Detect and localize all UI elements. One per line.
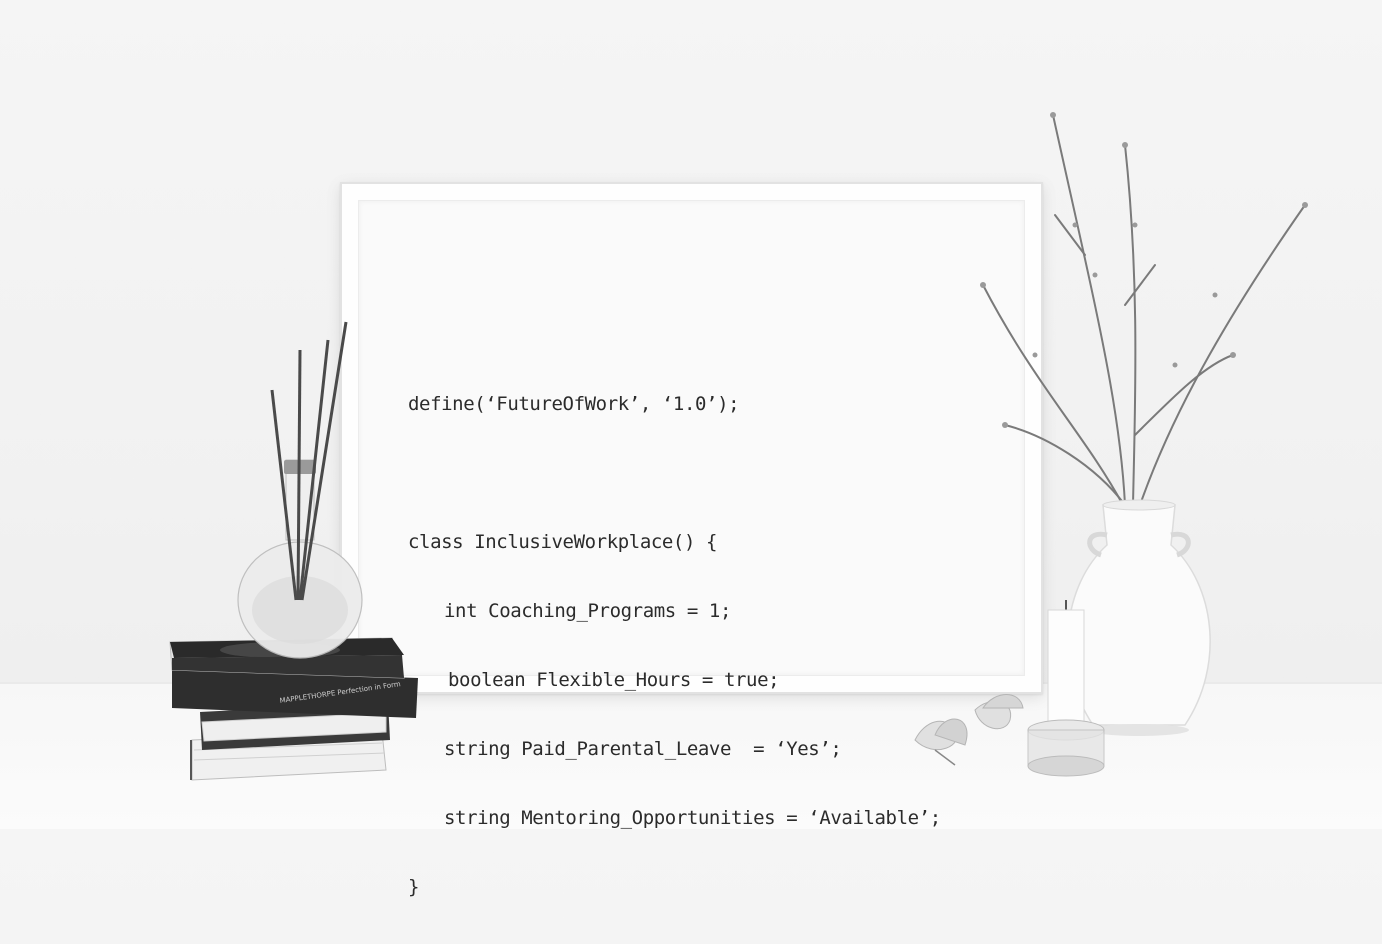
code-line-flexible: boolean Flexible_Hours = true; (448, 669, 780, 691)
code-line-define: define(‘FutureOfWork’, ‘1.0’); (408, 393, 740, 415)
photo-scene: define(‘FutureOfWork’, ‘1.0’); class Inc… (0, 0, 1382, 898)
code-line-coaching: int Coaching_Programs = 1; (444, 600, 732, 622)
code-line-close: } (408, 876, 420, 898)
code-block: define(‘FutureOfWork’, ‘1.0’); class Inc… (408, 348, 941, 944)
dried-flowers (914, 694, 1024, 766)
code-line-mentoring: string Mentoring_Opportunities = ‘Availa… (444, 807, 941, 829)
code-line-parental: string Paid_Parental_Leave = ‘Yes’; (444, 738, 842, 760)
code-line-class: class InclusiveWorkplace() { (408, 531, 718, 553)
books-and-diffuser: MAPPLETHORPE Perfection in Form (169, 321, 418, 781)
